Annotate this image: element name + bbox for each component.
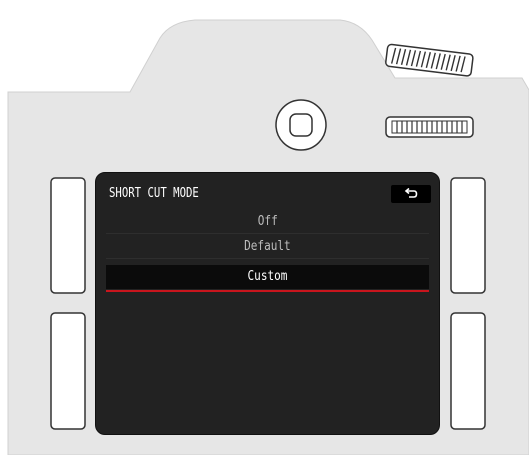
- left-bottom-button[interactable]: [50, 312, 86, 430]
- menu-option-off[interactable]: Off: [106, 210, 429, 234]
- menu-header: SHORT CUT MODE: [96, 173, 439, 205]
- menu-option-custom[interactable]: Custom: [106, 265, 429, 289]
- menu-title: SHORT CUT MODE: [109, 186, 199, 201]
- lcd-screen: SHORT CUT MODE Off Default Custom: [95, 172, 440, 435]
- thumb-wheel[interactable]: [385, 116, 474, 138]
- top-dial[interactable]: [385, 43, 474, 77]
- menu-option-default[interactable]: Default: [106, 235, 429, 259]
- back-button[interactable]: [391, 185, 431, 203]
- joystick-button[interactable]: [275, 99, 327, 151]
- menu-option-label: Custom: [247, 269, 288, 284]
- return-arrow-icon: [404, 188, 418, 198]
- menu-option-label: Default: [244, 239, 291, 254]
- menu-option-label: Off: [257, 214, 278, 229]
- left-top-button[interactable]: [50, 177, 86, 294]
- right-bottom-button[interactable]: [450, 312, 486, 430]
- right-top-button[interactable]: [450, 177, 486, 294]
- selection-underline: [106, 290, 429, 292]
